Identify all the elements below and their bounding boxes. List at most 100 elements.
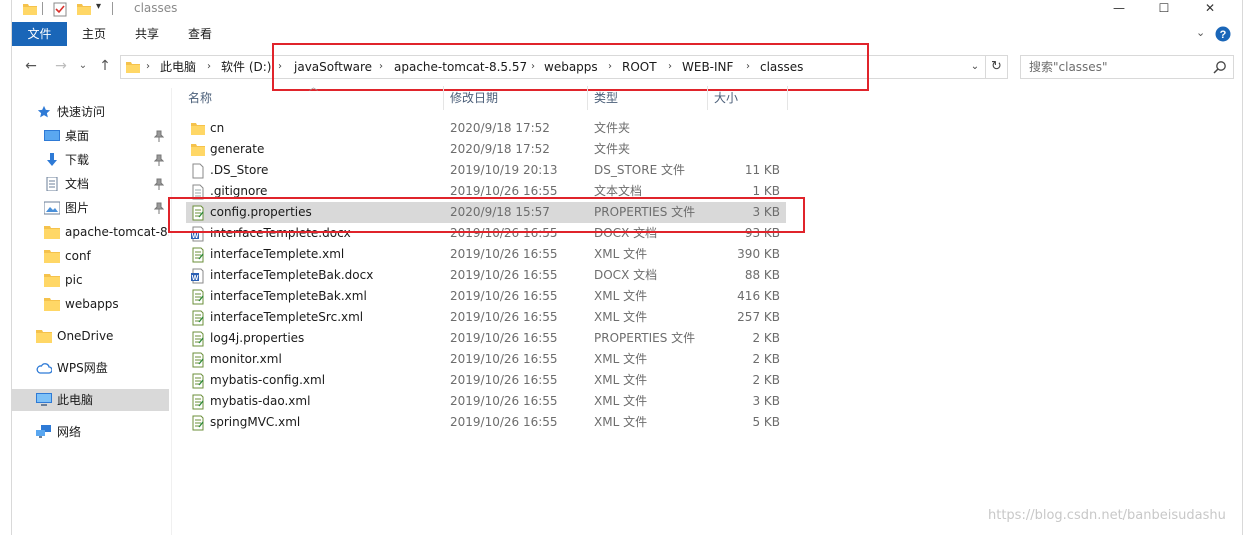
breadcrumb-drive-d[interactable]: 软件 (D:) [221, 56, 271, 78]
column-header-size[interactable]: 大小 [714, 86, 738, 110]
sidebar-item-pictures[interactable]: 图片 [12, 197, 169, 219]
file-row[interactable]: generate 2020/9/18 17:52 文件夹 [186, 139, 786, 160]
svg-text:W: W [192, 275, 199, 282]
customize-dropdown-icon[interactable]: ▾ [96, 1, 101, 12]
download-icon [47, 153, 57, 166]
recent-locations-icon[interactable]: ⌄ [74, 57, 92, 75]
sidebar-item-label: webapps [65, 297, 119, 311]
column-header-date[interactable]: 修改日期 [450, 86, 498, 110]
file-name: interfaceTemplete.xml [210, 247, 345, 261]
file-size: 5 KB [752, 415, 780, 429]
refresh-button[interactable]: ↻ [985, 56, 1007, 78]
file-size: 416 KB [737, 289, 780, 303]
file-row[interactable]: .DS_Store 2019/10/19 20:13 DS_STORE 文件 11 K… [186, 160, 786, 181]
new-folder-icon[interactable] [76, 1, 92, 17]
sidebar-item-this-pc[interactable]: 此电脑 [12, 389, 169, 411]
file-row[interactable]: interfaceTemplete.xml 2019/10/26 16:55 XML… [186, 244, 786, 265]
pin-icon[interactable] [154, 178, 164, 190]
close-button[interactable]: ✕ [1196, 0, 1224, 18]
file-row[interactable]: springMVC.xml 2019/10/26 16:55 XML 文件 5 KB [186, 412, 786, 433]
maximize-button[interactable]: ☐ [1150, 0, 1178, 18]
address-history-dropdown-icon[interactable]: ⌄ [967, 56, 983, 78]
up-button[interactable]: ↑ [96, 57, 114, 75]
file-row[interactable]: log4j.properties 2019/10/26 16:55 PROPERTI… [186, 328, 786, 349]
help-icon[interactable]: ? [1215, 26, 1231, 42]
search-box[interactable]: 搜索"classes" [1020, 55, 1234, 79]
folder-icon[interactable] [22, 1, 38, 17]
chevron-right-icon[interactable]: › [207, 56, 211, 78]
file-date: 2019/10/19 20:13 [450, 163, 558, 177]
folder-icon [126, 62, 140, 73]
search-icon[interactable] [1213, 60, 1227, 74]
file-type: DS_STORE 文件 [594, 163, 685, 177]
file-date: 2020/9/18 17:52 [450, 142, 550, 156]
folder-icon [44, 298, 60, 311]
pin-icon[interactable] [154, 202, 164, 214]
sidebar-item-quick-access[interactable]: 快速访问 [12, 101, 169, 123]
column-divider[interactable] [787, 86, 788, 110]
tab-file[interactable]: 文件 [12, 22, 67, 46]
cloud-icon [36, 363, 52, 374]
back-button[interactable]: ← [22, 57, 40, 75]
file-row[interactable]: mybatis-dao.xml 2019/10/26 16:55 XML 文件 3 K… [186, 391, 786, 412]
sidebar-item-webapps[interactable]: webapps [12, 293, 169, 315]
column-header-type[interactable]: 类型 [594, 86, 618, 110]
file-type: PROPERTIES 文件 [594, 331, 696, 345]
folder-icon [44, 274, 60, 287]
sidebar-item-apache-tomcat[interactable]: apache-tomcat-8. [12, 221, 169, 243]
sidebar-item-documents[interactable]: 文档 [12, 173, 169, 195]
file-name: springMVC.xml [210, 415, 301, 429]
sidebar-item-downloads[interactable]: 下载 [12, 149, 169, 171]
column-header-name[interactable]: 名称 [188, 86, 212, 110]
sidebar-item-label: 桌面 [65, 129, 90, 143]
breadcrumb-this-pc[interactable]: 此电脑 [160, 56, 196, 78]
pin-icon[interactable] [154, 130, 164, 142]
column-divider[interactable] [707, 86, 708, 110]
sidebar-item-desktop[interactable]: 桌面 [12, 125, 169, 147]
file-date: 2019/10/26 16:55 [450, 247, 558, 261]
column-divider[interactable] [443, 86, 444, 110]
file-row[interactable]: cn 2020/9/18 17:52 文件夹 [186, 118, 786, 139]
sidebar-item-onedrive[interactable]: OneDrive [12, 325, 169, 347]
sidebar-item-label: 快速访问 [57, 105, 106, 119]
sidebar-item-label: 图片 [65, 201, 90, 215]
svg-text:W: W [192, 233, 199, 240]
navigation-pane: 快速访问 桌面 下载 文档 图片 apache-tomcat-8. conf p… [12, 96, 172, 535]
file-size: 390 KB [737, 247, 780, 261]
file-date: 2019/10/26 16:55 [450, 352, 558, 366]
file-date: 2019/10/26 16:55 [450, 415, 558, 429]
file-type: XML 文件 [594, 289, 648, 303]
tab-view[interactable]: 查看 [188, 22, 212, 46]
sidebar-item-label: conf [65, 249, 91, 263]
file-row[interactable]: monitor.xml 2019/10/26 16:55 XML 文件 2 KB [186, 349, 786, 370]
sidebar-item-conf[interactable]: conf [12, 245, 169, 267]
sidebar-item-network[interactable]: 网络 [12, 421, 169, 443]
address-highlight-box [272, 43, 869, 91]
tab-home[interactable]: 主页 [82, 22, 106, 46]
expand-ribbon-icon[interactable]: ⌄ [1196, 26, 1205, 39]
file-row[interactable]: WinterfaceTempleteBak.docx 2019/10/26 16:… [186, 265, 786, 286]
file-type: XML 文件 [594, 415, 648, 429]
file-row[interactable]: interfaceTempleteBak.xml 2019/10/26 16:55… [186, 286, 786, 307]
minimize-button[interactable]: — [1105, 0, 1133, 18]
file-size [720, 139, 780, 160]
file-row[interactable]: interfaceTempleteSrc.xml 2019/10/26 16:55… [186, 307, 786, 328]
window-right-edge [1242, 0, 1243, 535]
tab-share[interactable]: 共享 [135, 22, 159, 46]
chevron-right-icon[interactable]: › [146, 56, 150, 78]
folder-icon [44, 226, 60, 239]
pin-icon[interactable] [154, 154, 164, 166]
forward-button[interactable]: → [52, 57, 70, 75]
file-size: 2 KB [752, 373, 780, 387]
column-divider[interactable] [587, 86, 588, 110]
xml-file-icon [192, 289, 204, 305]
divider [112, 2, 113, 15]
sidebar-item-wps-cloud[interactable]: WPS网盘 [12, 357, 169, 379]
properties-check-icon[interactable] [52, 1, 68, 17]
sidebar-item-pic[interactable]: pic [12, 269, 169, 291]
desktop-icon [44, 130, 60, 141]
file-name: interfaceTempleteBak.xml [210, 289, 367, 303]
title-bar: ▾ classes — ☐ ✕ [12, 0, 1242, 20]
xml-file-icon [192, 394, 204, 410]
file-row[interactable]: mybatis-config.xml 2019/10/26 16:55 XML 文件… [186, 370, 786, 391]
